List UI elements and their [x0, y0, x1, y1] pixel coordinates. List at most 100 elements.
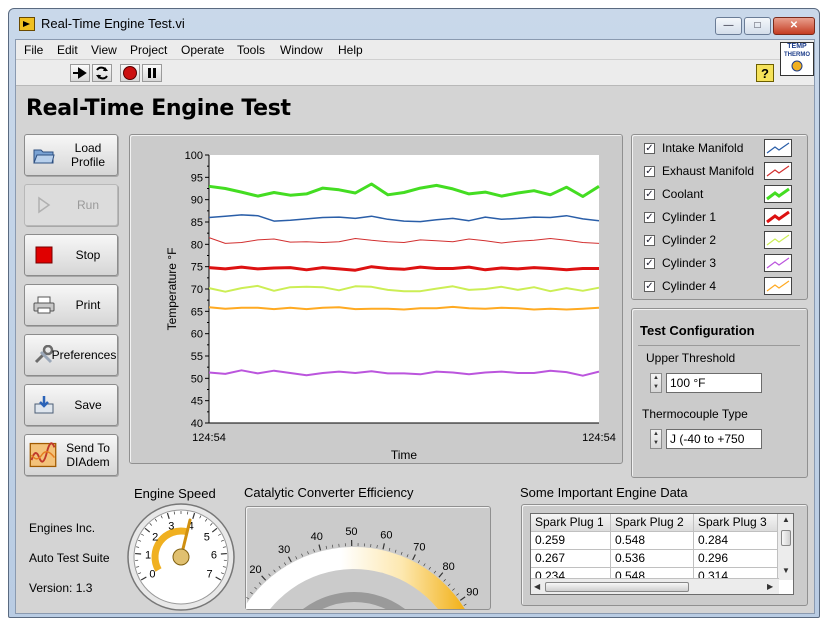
gauge-tick-label: 50 — [345, 526, 357, 538]
vi-connector-icon[interactable]: TEMP THERMO — [780, 42, 814, 76]
context-help-button[interactable]: ? — [756, 64, 774, 82]
legend-item[interactable]: ✓ Coolant — [640, 184, 792, 204]
menu-view[interactable]: View — [91, 43, 117, 57]
table-cell[interactable]: 0.296 — [694, 550, 779, 568]
legend-checkbox[interactable]: ✓ — [644, 212, 655, 223]
horizontal-scrollbar[interactable]: ◀ ▶ — [531, 578, 779, 594]
scroll-right-arrow-icon[interactable]: ▶ — [767, 582, 773, 591]
load-profile-label: Load Profile — [70, 141, 105, 169]
legend-swatch[interactable] — [764, 231, 792, 249]
menu-window[interactable]: Window — [280, 43, 323, 57]
legend-swatch[interactable] — [764, 185, 792, 203]
scroll-up-arrow-icon[interactable]: ▲ — [782, 515, 790, 524]
column-header[interactable]: Spark Plug 2 — [611, 514, 694, 532]
gauge-tick — [452, 588, 455, 591]
y-tick-label: 65 — [191, 306, 203, 318]
legend-checkbox[interactable]: ✓ — [644, 166, 655, 177]
load-profile-button[interactable]: Load Profile — [24, 134, 118, 176]
legend-swatch[interactable] — [764, 254, 792, 272]
menu-tools[interactable]: Tools — [237, 43, 265, 57]
column-header[interactable]: Spark Plug 1 — [531, 514, 611, 532]
legend-item[interactable]: ✓ Cylinder 4 — [640, 276, 792, 296]
run-button[interactable]: Run — [24, 184, 118, 226]
legend-swatch[interactable] — [764, 277, 792, 295]
legend-item[interactable]: ✓ Intake Manifold — [640, 138, 792, 158]
stop-button[interactable]: Stop — [24, 234, 118, 276]
legend-checkbox[interactable]: ✓ — [644, 235, 655, 246]
temperature-chart[interactable]: 40 45 50 55 60 65 70 75 80 85 90 95 100 Temperature … — [130, 135, 622, 463]
catalytic-gauge-frame: 0102030405060708090100 — [214, 506, 499, 623]
scroll-left-arrow-icon[interactable]: ◀ — [534, 582, 540, 591]
legend-checkbox[interactable]: ✓ — [644, 281, 655, 292]
y-axis-label: Temperature °F — [165, 248, 179, 331]
run-arrow-button[interactable] — [92, 64, 112, 82]
maximize-button[interactable]: □ — [744, 17, 771, 35]
gauge-tick — [417, 560, 420, 563]
title-bar[interactable]: Real-Time Engine Test.vi — □ ✕ — [9, 9, 819, 39]
pause-button[interactable] — [142, 64, 162, 82]
run-arrow-icon — [96, 66, 108, 80]
upper-threshold-stepper[interactable]: ▲ ▼ — [650, 373, 662, 393]
thermocouple-type-stepper[interactable]: ▲ ▼ — [650, 429, 662, 449]
app-window: Real-Time Engine Test.vi — □ ✕ File Edit… — [8, 8, 820, 623]
gauge-tick — [443, 579, 446, 582]
preferences-button[interactable]: Preferences — [24, 334, 118, 376]
horizontal-scroll-thumb[interactable] — [545, 582, 689, 592]
gauge-tick-label: 30 — [278, 544, 290, 556]
menu-help[interactable]: Help — [338, 43, 363, 57]
thermocouple-type-field[interactable]: J (-40 to +750 — [666, 429, 762, 449]
y-tick-label: 40 — [191, 418, 203, 430]
table-cell[interactable]: 0.284 — [694, 532, 779, 550]
vertical-scroll-thumb[interactable] — [781, 530, 791, 546]
y-tick-label: 85 — [191, 217, 203, 229]
legend-swatch[interactable] — [764, 162, 792, 180]
pause-icon — [148, 68, 156, 78]
x-tick-label-end: 124:54 — [582, 432, 616, 444]
gauge-tick — [447, 583, 451, 587]
print-button[interactable]: Print — [24, 284, 118, 326]
preferences-label: Preferences — [51, 348, 117, 362]
legend-checkbox[interactable]: ✓ — [644, 143, 655, 154]
column-header[interactable]: Spark Plug 3 — [694, 514, 779, 532]
save-button[interactable]: Save — [24, 384, 118, 426]
test-configuration-panel: Test Configuration Upper Threshold ▲ ▼ 10… — [631, 308, 808, 478]
y-tick-label: 60 — [191, 329, 203, 341]
legend-swatch[interactable] — [764, 139, 792, 157]
gauge-tick — [246, 596, 249, 600]
menu-edit[interactable]: Edit — [57, 43, 78, 57]
vertical-scrollbar[interactable]: ▲ ▼ — [777, 514, 793, 580]
table-cell[interactable]: 0.267 — [531, 550, 611, 568]
legend-item[interactable]: ✓ Exhaust Manifold — [640, 161, 792, 181]
gauge-tick — [433, 570, 437, 574]
abort-button[interactable] — [120, 64, 140, 82]
legend-item[interactable]: ✓ Cylinder 3 — [640, 253, 792, 273]
menu-operate[interactable]: Operate — [181, 43, 224, 57]
divider — [638, 345, 800, 346]
send-to-diadem-label: Send To DIAdem — [66, 441, 110, 469]
legend-label: Exhaust Manifold — [662, 164, 755, 178]
table-cell[interactable]: 0.259 — [531, 532, 611, 550]
menu-project[interactable]: Project — [130, 43, 167, 57]
upper-threshold-field[interactable]: 100 °F — [666, 373, 762, 393]
legend-swatch[interactable] — [764, 208, 792, 226]
table-row: 0.259 0.548 0.284 — [531, 532, 779, 550]
legend-checkbox[interactable]: ✓ — [644, 258, 655, 269]
close-button[interactable]: ✕ — [773, 17, 815, 35]
table-cell[interactable]: 0.536 — [611, 550, 694, 568]
table-cell[interactable]: 0.548 — [611, 532, 694, 550]
send-to-diadem-button[interactable]: Send To DIAdem — [24, 434, 118, 476]
gauge-tick — [394, 549, 397, 553]
minimize-button[interactable]: — — [715, 17, 742, 35]
y-tick-label: 70 — [191, 284, 203, 296]
scroll-down-arrow-icon[interactable]: ▼ — [782, 566, 790, 575]
legend-item[interactable]: ✓ Cylinder 1 — [640, 207, 792, 227]
printer-icon — [33, 296, 55, 314]
run-continuously-button[interactable] — [70, 64, 90, 82]
test-configuration-title: Test Configuration — [640, 323, 755, 338]
menu-file[interactable]: File — [24, 43, 43, 57]
legend-item[interactable]: ✓ Cylinder 2 — [640, 230, 792, 250]
engine-data-table[interactable]: Spark Plug 1 Spark Plug 2 Spark Plug 3 0… — [530, 513, 794, 595]
gauge-tick-label: 2 — [152, 531, 158, 543]
legend-checkbox[interactable]: ✓ — [644, 189, 655, 200]
suite-name: Auto Test Suite — [29, 551, 110, 565]
